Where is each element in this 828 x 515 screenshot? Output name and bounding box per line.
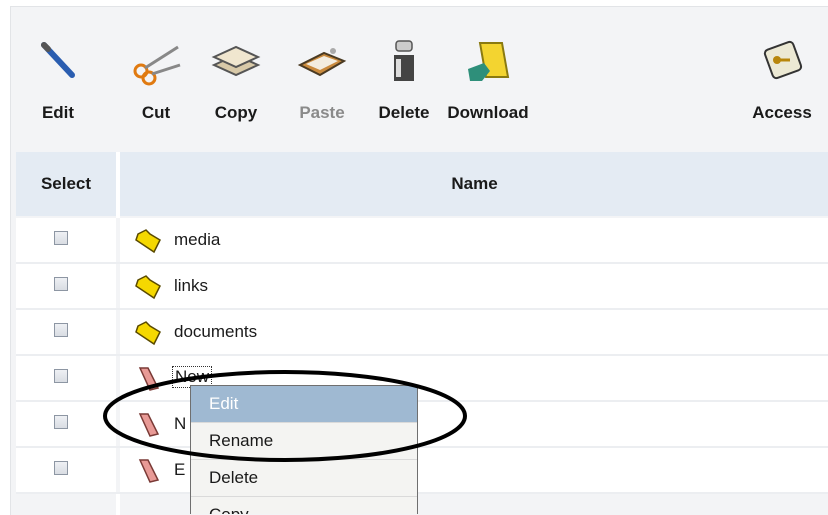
context-menu-rename[interactable]: Rename bbox=[191, 423, 417, 460]
folder-icon bbox=[135, 321, 161, 346]
name-column-header[interactable]: Name bbox=[120, 152, 828, 216]
row-checkbox[interactable] bbox=[54, 323, 68, 337]
clipboard-icon bbox=[297, 48, 347, 77]
table-row[interactable]: New bbox=[16, 356, 828, 402]
row-checkbox[interactable] bbox=[54, 461, 68, 475]
copy-icon bbox=[211, 45, 261, 77]
access-tool-label: Access bbox=[752, 103, 812, 122]
table-body: media links documents New N E bbox=[16, 218, 828, 494]
edit-tool-button[interactable]: Edit bbox=[13, 35, 103, 123]
paste-tool-button[interactable]: Paste bbox=[277, 35, 367, 123]
table-row[interactable]: N bbox=[16, 402, 828, 448]
select-column-header[interactable]: Select bbox=[16, 152, 116, 216]
context-menu-copy[interactable]: Copy bbox=[191, 497, 417, 514]
scissors-icon bbox=[133, 45, 181, 86]
page-icon bbox=[138, 413, 160, 437]
edit-tool-label: Edit bbox=[41, 103, 75, 122]
paste-tool-label: Paste bbox=[299, 103, 345, 122]
file-name[interactable]: links bbox=[174, 276, 208, 296]
row-checkbox[interactable] bbox=[54, 415, 68, 429]
copy-tool-button[interactable]: Copy bbox=[191, 35, 281, 123]
table-row[interactable]: media bbox=[16, 218, 828, 264]
file-name[interactable]: documents bbox=[174, 322, 257, 342]
file-name[interactable]: media bbox=[174, 230, 220, 250]
table-row[interactable]: documents bbox=[16, 310, 828, 356]
folder-icon bbox=[135, 229, 161, 254]
cut-tool-label: Cut bbox=[141, 103, 171, 122]
toolbar: Edit Cut Copy Paste Delete Download Acce… bbox=[11, 7, 828, 147]
context-menu-delete[interactable]: Delete bbox=[191, 460, 417, 497]
row-checkbox[interactable] bbox=[54, 231, 68, 245]
pencil-icon bbox=[41, 42, 75, 78]
file-name[interactable]: E bbox=[174, 460, 185, 480]
table-row[interactable]: links bbox=[16, 264, 828, 310]
table-header: Select Name bbox=[16, 152, 828, 216]
page-icon bbox=[138, 459, 160, 483]
context-menu-edit[interactable]: Edit bbox=[191, 386, 417, 423]
download-tool-button[interactable]: Download bbox=[443, 35, 533, 123]
page-icon bbox=[138, 367, 160, 391]
download-tool-label: Download bbox=[447, 103, 529, 122]
folder-icon bbox=[135, 275, 161, 300]
access-tool-button[interactable]: Access bbox=[737, 35, 827, 123]
key-icon bbox=[763, 40, 803, 80]
table-row[interactable]: E bbox=[16, 448, 828, 494]
cut-tool-button[interactable]: Cut bbox=[111, 35, 201, 123]
file-manager-panel: Edit Cut Copy Paste Delete Download Acce… bbox=[10, 6, 828, 515]
file-name[interactable]: N bbox=[174, 414, 186, 434]
delete-tool-label: Delete bbox=[378, 103, 430, 122]
download-folder-icon bbox=[468, 42, 510, 81]
file-table: Select Name media links documents New N … bbox=[16, 152, 828, 515]
context-menu: Edit Rename Delete Copy bbox=[190, 385, 418, 514]
copy-tool-label: Copy bbox=[214, 103, 258, 122]
row-checkbox[interactable] bbox=[54, 277, 68, 291]
delete-tool-button[interactable]: Delete bbox=[359, 35, 449, 123]
row-checkbox[interactable] bbox=[54, 369, 68, 383]
trash-can-icon bbox=[394, 40, 414, 81]
